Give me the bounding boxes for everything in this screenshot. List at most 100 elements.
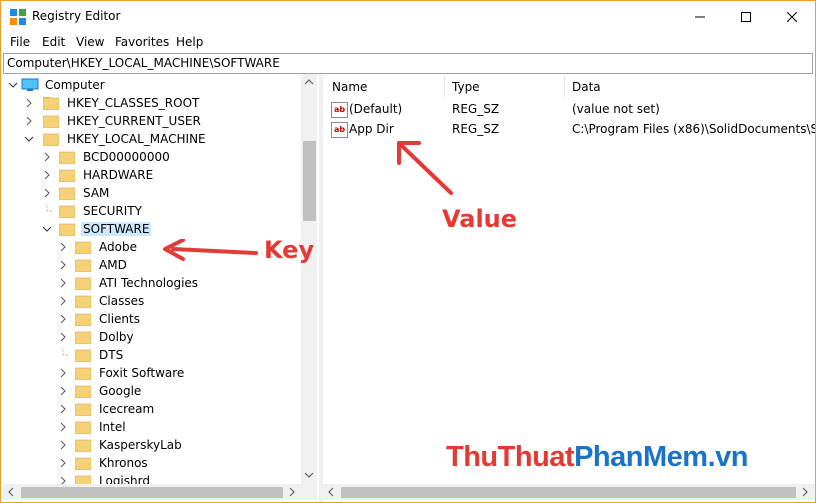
list-horizontal-scroll-thumb[interactable] [341, 487, 796, 498]
folder-icon [75, 295, 91, 308]
column-header-data[interactable]: Data [572, 80, 601, 94]
tree-vertical-scrollbar[interactable] [301, 74, 317, 484]
value-annotation: Value [442, 205, 518, 233]
tree-item-google[interactable]: Google [57, 382, 143, 400]
folder-icon [75, 421, 91, 434]
scroll-left-icon[interactable] [327, 487, 335, 497]
tree-item-hkey-local-machine[interactable]: HKEY_LOCAL_MACHINE [23, 130, 208, 148]
scroll-right-icon[interactable] [801, 487, 809, 497]
menu-help[interactable]: Help [176, 35, 203, 49]
tree-item-label: KasperskyLab [99, 438, 182, 452]
tree-item-label: Adobe [99, 240, 137, 254]
tree-item-label: Classes [99, 294, 145, 308]
tree-item-software[interactable]: SOFTWARE [41, 220, 152, 238]
value-arrow-icon [397, 141, 453, 195]
tree-item-bcd[interactable]: BCD00000000 [41, 148, 172, 166]
tree-item-label: Intel [99, 420, 126, 434]
chevron-right-icon [26, 116, 32, 126]
tree-item-label: Khronos [99, 456, 148, 470]
tree-item-amd[interactable]: AMD [57, 256, 129, 274]
chevron-right-icon [60, 458, 66, 468]
address-bar[interactable]: Computer\HKEY_LOCAL_MACHINE\SOFTWARE [3, 53, 813, 74]
tree-item-hkey-classes-root[interactable]: HKEY_CLASSES_ROOT [23, 94, 201, 112]
chevron-right-icon [44, 170, 50, 180]
key-annotation: Key [264, 236, 315, 264]
column-divider[interactable] [564, 76, 565, 98]
chevron-right-icon [60, 440, 66, 450]
menu-favorites[interactable]: Favorites [115, 35, 169, 49]
value-row-default[interactable]: ab (Default) REG_SZ (value not set) [324, 100, 815, 118]
tree-item-hardware[interactable]: HARDWARE [41, 166, 155, 184]
registry-editor-window: Registry Editor File Edit View Favorites… [0, 0, 816, 503]
tree-vertical-scroll-thumb[interactable] [303, 141, 316, 221]
tree-item-label: Dolby [99, 330, 134, 344]
folder-icon [43, 133, 59, 146]
tree-item-sam[interactable]: SAM [41, 184, 111, 202]
folder-icon [75, 403, 91, 416]
minimize-icon [695, 16, 705, 17]
value-row-app-dir[interactable]: ab App Dir REG_SZ C:\Program Files (x86)… [324, 120, 815, 138]
tree-item-label: AMD [99, 258, 127, 272]
tree-item-computer[interactable]: Computer [7, 76, 107, 94]
tree-item-intel[interactable]: Intel [57, 418, 128, 436]
value-type: REG_SZ [452, 102, 500, 116]
value-type: REG_SZ [452, 122, 500, 136]
tree-item-label: Foxit Software [99, 366, 185, 380]
address-bar-value: Computer\HKEY_LOCAL_MACHINE\SOFTWARE [7, 56, 280, 70]
chevron-right-icon [60, 404, 66, 414]
tree-item-classes[interactable]: Classes [57, 292, 146, 310]
tree-item-security[interactable]: SECURITY [41, 202, 144, 220]
chevron-right-icon [60, 296, 66, 306]
title-bar[interactable]: Registry Editor [1, 1, 815, 32]
tree-item-foxit-software[interactable]: Foxit Software [57, 364, 186, 382]
close-button[interactable] [769, 1, 815, 32]
close-icon [787, 11, 797, 22]
column-divider[interactable] [444, 76, 445, 98]
folder-icon [75, 313, 91, 326]
chevron-right-icon [60, 368, 66, 378]
tree-item-ati-technologies[interactable]: ATI Technologies [57, 274, 200, 292]
chevron-right-icon [44, 152, 50, 162]
tree-item-clients[interactable]: Clients [57, 310, 142, 328]
chevron-right-icon [60, 260, 66, 270]
folder-icon [59, 169, 75, 182]
tree-connector-icon [46, 205, 53, 212]
computer-icon [21, 78, 39, 91]
scroll-right-icon[interactable] [288, 487, 296, 497]
column-header-type[interactable]: Type [452, 80, 480, 94]
tree-item-label-selected: SOFTWARE [81, 222, 152, 236]
scroll-down-icon[interactable] [304, 471, 314, 479]
minimize-button[interactable] [677, 1, 723, 32]
tree-horizontal-scroll-thumb[interactable] [21, 487, 283, 498]
tree-item-adobe[interactable]: Adobe [57, 238, 139, 256]
tree-item-kasperskylab[interactable]: KasperskyLab [57, 436, 184, 454]
menu-view[interactable]: View [76, 35, 104, 49]
chevron-right-icon [60, 242, 66, 252]
string-value-icon: ab [331, 102, 348, 118]
tree-item-hkey-current-user[interactable]: HKEY_CURRENT_USER [23, 112, 203, 130]
scroll-left-icon[interactable] [7, 487, 15, 497]
pane-splitter[interactable] [319, 74, 323, 502]
value-name: (Default) [349, 102, 403, 116]
menu-bar: File Edit View Favorites Help [1, 32, 815, 52]
tree-connector-icon [62, 349, 69, 356]
tree-item-icecream[interactable]: Icecream [57, 400, 156, 418]
menu-edit[interactable]: Edit [42, 35, 65, 49]
tree-item-label: Google [99, 384, 142, 398]
chevron-right-icon [44, 188, 50, 198]
maximize-icon [741, 11, 751, 22]
folder-icon [43, 96, 59, 110]
chevron-right-icon [60, 422, 66, 432]
key-arrow-icon [163, 239, 258, 261]
tree-item-dts[interactable]: DTS [57, 346, 125, 364]
menu-file[interactable]: File [10, 35, 30, 49]
scroll-up-icon[interactable] [304, 78, 314, 86]
tree-item-logishrd[interactable]: Logishrd [57, 472, 152, 484]
folder-icon [75, 367, 91, 380]
scrollbar-corner [301, 484, 317, 500]
maximize-button[interactable] [723, 1, 769, 32]
tree-item-label: HKEY_CLASSES_ROOT [67, 96, 200, 110]
tree-item-khronos[interactable]: Khronos [57, 454, 150, 472]
tree-item-dolby[interactable]: Dolby [57, 328, 136, 346]
column-header-name[interactable]: Name [332, 80, 367, 94]
